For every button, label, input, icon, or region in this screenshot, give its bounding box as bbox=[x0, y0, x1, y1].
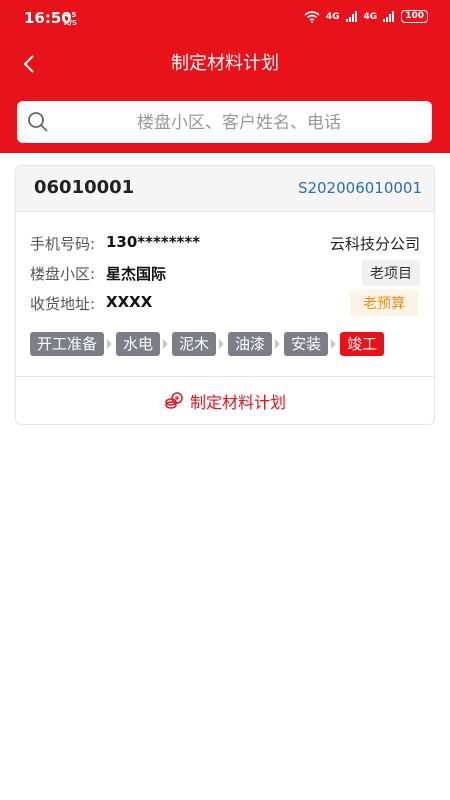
order-number: 06010001 bbox=[34, 177, 135, 198]
speed-value: 4.5 bbox=[64, 11, 77, 19]
arrow-right-icon bbox=[331, 339, 337, 349]
community-value: 星杰国际 bbox=[106, 265, 167, 283]
order-serial[interactable]: S202006010001 bbox=[298, 179, 422, 197]
search-box[interactable] bbox=[17, 101, 432, 143]
network-type-1: 4G bbox=[325, 11, 340, 22]
phone-label: 手机号码: bbox=[30, 235, 96, 253]
page-title: 制定材料计划 bbox=[171, 53, 279, 74]
arrow-right-icon bbox=[163, 339, 169, 349]
battery-icon: 100 bbox=[401, 10, 428, 23]
stage-painting[interactable]: 油漆 bbox=[228, 332, 273, 356]
stage-complete[interactable]: 竣工 bbox=[340, 332, 385, 356]
status-bar: 16:50 4.5 K/S 4G 4G 100 bbox=[0, 0, 450, 36]
coins-icon bbox=[165, 391, 183, 409]
signal-icon-2 bbox=[383, 11, 395, 22]
search-input[interactable] bbox=[57, 107, 421, 139]
phone-value: 130******** bbox=[106, 233, 201, 251]
make-plan-label: 制定材料计划 bbox=[189, 392, 286, 412]
arrow-right-icon bbox=[275, 339, 281, 349]
address-label: 收货地址: bbox=[30, 295, 96, 313]
project-tag: 老项目 bbox=[362, 260, 420, 286]
budget-tag: 老预算 bbox=[350, 290, 418, 316]
community-row: 楼盘小区: 星杰国际 老项目 bbox=[30, 260, 420, 286]
stage-masonry[interactable]: 泥木 bbox=[172, 332, 217, 356]
arrow-right-icon bbox=[107, 339, 113, 349]
speed-unit: K/S bbox=[64, 19, 78, 27]
search-icon bbox=[28, 112, 48, 132]
nav-bar: 制定材料计划 bbox=[0, 44, 450, 84]
stage-install[interactable]: 安装 bbox=[284, 332, 329, 356]
wifi-icon bbox=[304, 10, 320, 23]
stage-plumbing[interactable]: 水电 bbox=[116, 332, 161, 356]
make-plan-button[interactable]: 制定材料计划 bbox=[16, 377, 434, 424]
network-type-2: 4G bbox=[363, 11, 378, 22]
phone-row: 手机号码: 130******** 云科技分公司 bbox=[30, 231, 420, 255]
header-bar: 16:50 4.5 K/S 4G 4G 100 制定材料计划 楼盘小区、客户姓名… bbox=[0, 0, 450, 153]
stage-prep[interactable]: 开工准备 bbox=[30, 332, 105, 356]
address-row: 收货地址: XXXX 老预算 bbox=[30, 290, 420, 316]
arrow-right-icon bbox=[219, 339, 225, 349]
signal-icon bbox=[345, 11, 357, 22]
company-name: 云科技分公司 bbox=[329, 235, 420, 253]
stage-progress: 开工准备 水电 泥木 油漆 安装 竣工 bbox=[30, 332, 385, 356]
order-card[interactable]: 06010001 S202006010001 手机号码: 130********… bbox=[15, 165, 435, 425]
address-value: XXXX bbox=[106, 293, 153, 311]
card-header: 06010001 S202006010001 bbox=[16, 166, 434, 212]
network-speed: 4.5 K/S bbox=[64, 11, 77, 27]
status-icons: 4G 4G 100 bbox=[304, 10, 428, 23]
community-label: 楼盘小区: bbox=[30, 265, 96, 283]
